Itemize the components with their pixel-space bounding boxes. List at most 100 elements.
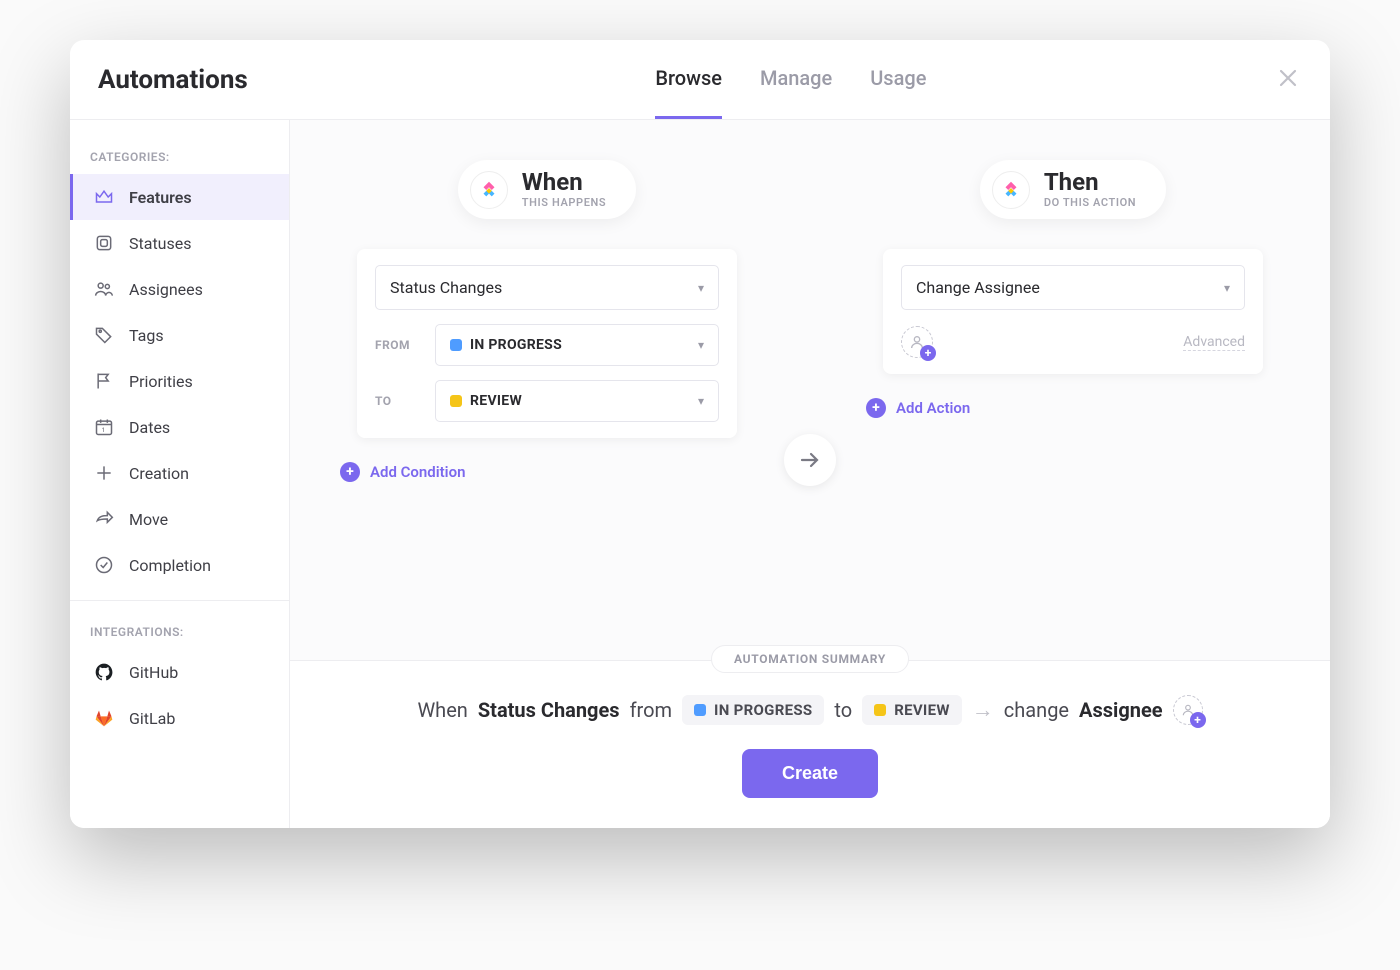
chevron-down-icon: ▾ [698,281,704,295]
assignee-add-button[interactable] [901,326,933,358]
sidebar-item-completion[interactable]: Completion [70,542,289,588]
gitlab-icon [93,707,115,729]
sidebar-item-label: Statuses [129,234,192,253]
sidebar-item-label: Features [129,188,192,207]
sidebar-item-creation[interactable]: Creation [70,450,289,496]
sidebar-item-tags[interactable]: Tags [70,312,289,358]
then-column: Then DO THIS ACTION Change Assignee ▾ [846,160,1300,620]
action-card: Change Assignee ▾ Advanced [883,249,1263,374]
trigger-card: Status Changes ▾ FROM IN PROGRESS ▾ [357,249,737,438]
close-icon[interactable] [1274,61,1302,99]
tab-manage[interactable]: Manage [760,40,832,119]
github-icon [93,661,115,683]
add-condition-button[interactable]: + Add Condition [340,462,465,482]
action-select[interactable]: Change Assignee ▾ [901,265,1245,310]
integrations-label: INTEGRATIONS: [70,613,289,649]
plus-icon [93,462,115,484]
tab-usage[interactable]: Usage [870,40,926,119]
check-icon [93,554,115,576]
summary-assignee-button[interactable] [1173,695,1203,725]
sidebar-item-label: Assignees [129,280,203,299]
automation-builder: When THIS HAPPENS Status Changes ▾ FROM [290,120,1330,660]
to-status-chip: REVIEW [450,393,522,409]
plus-circle-icon: + [866,398,886,418]
sidebar-item-dates[interactable]: 1 Dates [70,404,289,450]
sidebar-item-label: Creation [129,464,189,483]
clickup-logo-icon [470,171,508,209]
main-content: When THIS HAPPENS Status Changes ▾ FROM [290,120,1330,828]
when-title: When [522,170,606,194]
sidebar: CATEGORIES: Features Statuses Assignees … [70,120,290,828]
calendar-icon: 1 [93,416,115,438]
advanced-link[interactable]: Advanced [1183,334,1245,351]
sidebar-item-priorities[interactable]: Priorities [70,358,289,404]
crown-icon [93,186,115,208]
sidebar-item-label: Tags [129,326,164,345]
share-icon [93,508,115,530]
to-label: TO [375,394,421,408]
automation-summary: AUTOMATION SUMMARY When Status Changes f… [290,660,1330,828]
tab-browse[interactable]: Browse [655,40,722,119]
flag-icon [93,370,115,392]
svg-text:1: 1 [102,426,106,434]
modal-header: Automations Browse Manage Usage [70,40,1330,120]
when-header: When THIS HAPPENS [458,160,636,219]
square-icon [93,232,115,254]
people-icon [93,278,115,300]
chevron-down-icon: ▾ [1224,281,1230,295]
then-title: Then [1044,170,1136,194]
tag-icon [93,324,115,346]
sidebar-item-label: GitLab [129,709,175,728]
status-color-icon [874,704,886,716]
tabs: Browse Manage Usage [308,40,1274,119]
summary-change-word: change [1004,698,1069,722]
when-column: When THIS HAPPENS Status Changes ▾ FROM [320,160,774,620]
from-label: FROM [375,338,421,352]
to-status-select[interactable]: REVIEW ▾ [435,380,719,422]
summary-to-status: REVIEW [894,701,950,719]
categories-label: CATEGORIES: [70,138,289,174]
sidebar-item-gitlab[interactable]: GitLab [70,695,289,741]
arrow-right-icon: → [972,697,994,723]
add-action-button[interactable]: + Add Action [866,398,970,418]
summary-trigger: Status Changes [478,698,620,722]
when-subtitle: THIS HAPPENS [522,196,606,209]
summary-to-word: to [834,698,852,722]
sidebar-item-assignees[interactable]: Assignees [70,266,289,312]
clickup-logo-icon [992,171,1030,209]
chevron-down-icon: ▾ [698,338,704,352]
summary-from-pill: IN PROGRESS [682,695,824,725]
sidebar-item-label: Priorities [129,372,193,391]
add-condition-label: Add Condition [370,463,465,481]
summary-label: AUTOMATION SUMMARY [711,645,909,673]
from-status-chip: IN PROGRESS [450,337,562,353]
status-color-icon [450,339,462,351]
create-button[interactable]: Create [742,749,878,798]
trigger-select[interactable]: Status Changes ▾ [375,265,719,310]
summary-when-word: When [417,698,467,722]
chevron-down-icon: ▾ [698,394,704,408]
modal-title: Automations [98,65,248,95]
sidebar-item-label: Move [129,510,168,529]
action-value: Change Assignee [916,278,1040,297]
sidebar-item-features[interactable]: Features [70,174,289,220]
plus-circle-icon: + [340,462,360,482]
summary-text: When Status Changes from IN PROGRESS to … [320,695,1300,725]
sidebar-item-github[interactable]: GitHub [70,649,289,695]
sidebar-item-label: Dates [129,418,170,437]
then-header: Then DO THIS ACTION [980,160,1166,219]
from-status-value: IN PROGRESS [470,337,562,353]
from-status-select[interactable]: IN PROGRESS ▾ [435,324,719,366]
summary-from-word: from [630,698,672,722]
status-color-icon [450,395,462,407]
arrow-separator [784,434,836,486]
status-color-icon [694,704,706,716]
sidebar-item-label: GitHub [129,663,178,682]
summary-to-pill: REVIEW [862,695,962,725]
sidebar-item-label: Completion [129,556,211,575]
sidebar-item-statuses[interactable]: Statuses [70,220,289,266]
summary-from-status: IN PROGRESS [714,701,812,719]
trigger-value: Status Changes [390,278,502,297]
sidebar-item-move[interactable]: Move [70,496,289,542]
summary-target: Assignee [1079,698,1163,722]
